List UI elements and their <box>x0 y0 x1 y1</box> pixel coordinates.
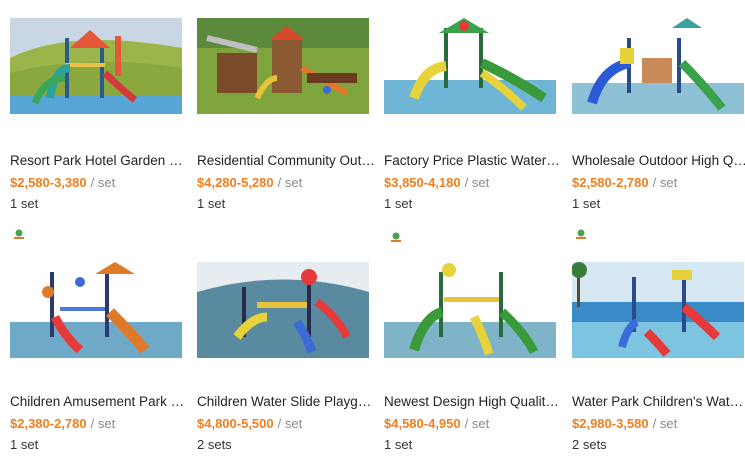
product-price: $4,280-5,280/ set <box>197 175 302 191</box>
min-order: 2 sets <box>572 437 607 452</box>
product-title[interactable]: Factory Price Plastic Water Slide <box>384 153 562 169</box>
min-order: 1 set <box>10 437 39 452</box>
product-price: $2,380-2,780/ set <box>10 416 115 432</box>
price-unit: / set <box>652 416 678 431</box>
min-order: 2 sets <box>197 437 232 452</box>
product-price: $4,800-5,500/ set <box>197 416 302 432</box>
product-grid: Resort Park Hotel Garden Playground Equi… <box>0 0 745 470</box>
product-title[interactable]: Residential Community Outdoor Playground <box>197 153 375 169</box>
price-unit: / set <box>90 416 116 431</box>
product-image[interactable] <box>572 18 744 114</box>
min-order: 1 set <box>10 196 39 211</box>
price-range: $2,580-2,780 <box>572 175 649 190</box>
price-range: $3,850-4,180 <box>384 175 461 190</box>
product-title[interactable]: Wholesale Outdoor High Quality Water Sli… <box>572 153 745 169</box>
price-unit: / set <box>464 416 490 431</box>
product-title[interactable]: Children Amusement Park Water Playground <box>10 394 188 410</box>
price-unit: / set <box>277 175 303 190</box>
product-title[interactable]: Resort Park Hotel Garden Playground Equi… <box>10 153 188 169</box>
product-price: $3,850-4,180/ set <box>384 175 489 191</box>
product-title[interactable]: Newest Design High Quality Water Slide <box>384 394 562 410</box>
price-range: $2,580-3,380 <box>10 175 87 190</box>
product-title[interactable]: Children Water Slide Playground Equipmen… <box>197 394 375 410</box>
product-price: $2,980-3,580/ set <box>572 416 677 432</box>
brand-logo-icon <box>14 229 24 239</box>
product-image[interactable] <box>197 18 369 114</box>
price-unit: / set <box>90 175 116 190</box>
product-image[interactable] <box>10 262 182 358</box>
price-range: $2,380-2,780 <box>10 416 87 431</box>
product-image[interactable] <box>10 18 182 114</box>
min-order: 1 set <box>384 196 413 211</box>
brand-logo-icon <box>391 232 401 242</box>
price-range: $4,580-4,950 <box>384 416 461 431</box>
product-price: $4,580-4,950/ set <box>384 416 489 432</box>
price-range: $4,280-5,280 <box>197 175 274 190</box>
price-unit: / set <box>277 416 303 431</box>
min-order: 1 set <box>384 437 413 452</box>
product-image[interactable] <box>572 262 744 358</box>
price-range: $2,980-3,580 <box>572 416 649 431</box>
min-order: 1 set <box>197 196 226 211</box>
product-title[interactable]: Water Park Children's Water Slide <box>572 394 745 410</box>
brand-logo-icon <box>576 229 586 239</box>
price-unit: / set <box>464 175 490 190</box>
product-price: $2,580-2,780/ set <box>572 175 677 191</box>
product-image[interactable] <box>384 262 556 358</box>
price-range: $4,800-5,500 <box>197 416 274 431</box>
price-unit: / set <box>652 175 678 190</box>
product-image[interactable] <box>384 18 556 114</box>
min-order: 1 set <box>572 196 601 211</box>
product-price: $2,580-3,380/ set <box>10 175 115 191</box>
product-image[interactable] <box>197 262 369 358</box>
